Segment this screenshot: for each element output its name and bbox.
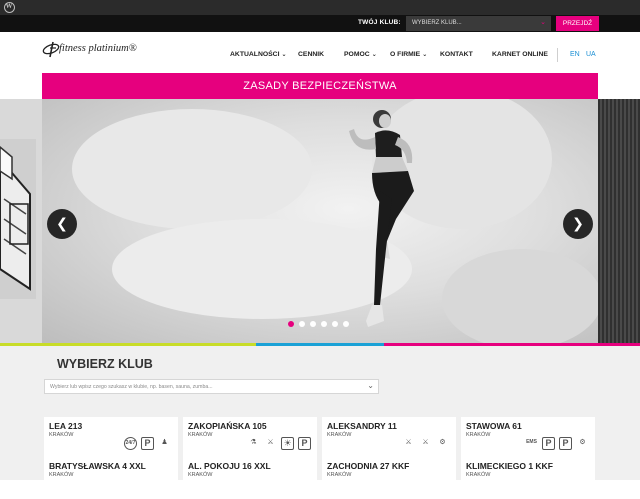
- athlete-photo: [72, 99, 598, 343]
- weights-icon: ⚙: [579, 439, 586, 446]
- chevron-right-icon: ❯: [572, 215, 584, 231]
- club-city: KRAKÓW: [188, 432, 213, 438]
- nav-label: AKTUALNOŚCI: [230, 51, 280, 58]
- admin-bar: [0, 0, 640, 15]
- club-amenities: ⚗ ⚔ ☀ P: [247, 437, 313, 451]
- ems-icon: EMS: [526, 439, 537, 445]
- club-card-stawowa-61[interactable]: STAWOWA 61 KRAKÓW EMS P P ⚙: [461, 417, 595, 459]
- club-label: TWÓJ KLUB:: [358, 19, 401, 26]
- nav-item-cennik[interactable]: CENNIK: [298, 51, 324, 58]
- slider-dot[interactable]: [332, 321, 338, 327]
- club-amenities: EMS P P ⚙: [525, 437, 591, 451]
- nav-item-aktualnosci[interactable]: AKTUALNOŚCI ⌄: [230, 51, 287, 58]
- site-header: fitness platinium® AKTUALNOŚCI ⌄ CENNIK P…: [0, 32, 640, 72]
- chevron-down-icon: ⌄: [371, 52, 377, 58]
- club-city: KRAKÓW: [466, 472, 491, 478]
- club-name: AL. POKOJU 16 XXL: [188, 461, 271, 471]
- nav-label: POMOC: [344, 51, 370, 58]
- club-card-bratyslawska-4-xxl[interactable]: BRATYSŁAWSKA 4 XXL KRAKÓW: [44, 457, 178, 499]
- hero-slider: ❮ ❯: [0, 99, 640, 343]
- club-card-aleksandry-11[interactable]: ALEKSANDRY 11 KRAKÓW ⚔ ⚔ ⚙: [322, 417, 456, 459]
- slide-image: [42, 99, 598, 343]
- club-name: LEA 213: [49, 421, 83, 431]
- logo-text: fitness platinium®: [59, 43, 137, 54]
- lang-ua[interactable]: UA: [586, 51, 596, 58]
- lang-en[interactable]: EN: [570, 51, 580, 58]
- club-card-lea-213[interactable]: LEA 213 KRAKÓW 24/7 P ♟: [44, 417, 178, 459]
- parking-icon: P: [141, 437, 154, 450]
- solarium-icon: ☀: [281, 437, 294, 450]
- slider-next-button[interactable]: ❯: [563, 209, 593, 239]
- slider-dot[interactable]: [343, 321, 349, 327]
- chevron-down-icon: ⌄: [367, 381, 374, 390]
- club-select[interactable]: WYBIERZ KLUB... ⌄: [406, 16, 551, 31]
- club-name: BRATYSŁAWSKA 4 XXL: [49, 461, 146, 471]
- nav-item-o-firmie[interactable]: O FIRMIE ⌄: [390, 51, 427, 58]
- slider-dot[interactable]: [321, 321, 327, 327]
- chevron-down-icon: ⌄: [422, 52, 428, 58]
- club-card-zakopianska-105[interactable]: ZAKOPIAŃSKA 105 KRAKÓW ⚗ ⚔ ☀ P: [183, 417, 317, 459]
- gym-icon: ⚔: [422, 439, 429, 446]
- nav-divider: [557, 48, 558, 62]
- slider-dot[interactable]: [310, 321, 316, 327]
- chevron-down-icon: ⌄: [281, 52, 287, 58]
- chevron-left-icon: ❮: [56, 215, 68, 231]
- club-name: STAWOWA 61: [466, 421, 522, 431]
- club-city: KRAKÓW: [327, 432, 352, 438]
- club-card-al-pokoju-16-xxl[interactable]: AL. POKOJU 16 XXL KRAKÓW: [183, 457, 317, 499]
- parking-icon: P: [559, 437, 572, 450]
- gym-equipment-image: [0, 139, 36, 299]
- kids-room-icon: ♟: [161, 439, 168, 446]
- slider-dot[interactable]: [288, 321, 294, 327]
- weights-icon: ⚙: [439, 439, 446, 446]
- club-name: ZACHODNIA 27 KKF: [327, 461, 410, 471]
- nav-label: KONTAKT: [440, 51, 473, 58]
- nav-label: CENNIK: [298, 51, 325, 58]
- slider-dot[interactable]: [299, 321, 305, 327]
- safety-banner[interactable]: ZASADY BEZPIECZEŃSTWA: [42, 73, 598, 99]
- club-name: ZAKOPIAŃSKA 105: [188, 421, 267, 431]
- open-24-7-icon: 24/7: [124, 437, 137, 450]
- slide-preview-right: [598, 99, 640, 343]
- club-amenities: 24/7 P ♟: [124, 437, 174, 451]
- chevron-down-icon: ⌄: [540, 19, 546, 26]
- club-search-select[interactable]: Wybierz lub wpisz czego szukasz w klubie…: [44, 379, 379, 394]
- club-city: KRAKÓW: [466, 432, 491, 438]
- club-select-value: WYBIERZ KLUB...: [412, 20, 462, 26]
- nav-label: O FIRMIE: [390, 51, 421, 58]
- wordpress-icon[interactable]: [4, 2, 15, 13]
- parking-icon: P: [542, 437, 555, 450]
- club-city: KRAKÓW: [49, 472, 74, 478]
- club-search-placeholder: Wybierz lub wpisz czego szukasz w klubie…: [50, 384, 213, 390]
- nav-label: KARNET ONLINE: [492, 51, 548, 58]
- club-city: KRAKÓW: [327, 472, 352, 478]
- nav-item-kontakt[interactable]: KONTAKT: [440, 51, 473, 58]
- club-name: ALEKSANDRY 11: [327, 421, 397, 431]
- club-selector-bar: TWÓJ KLUB: WYBIERZ KLUB... ⌄ PRZEJDŹ: [0, 15, 640, 32]
- club-card-klimeckiego-1-kkf[interactable]: KLIMECKIEGO 1 KKF KRAKÓW: [461, 457, 595, 499]
- club-picker-title: WYBIERZ KLUB: [57, 357, 153, 371]
- nav-item-pomoc[interactable]: POMOC ⌄: [344, 51, 377, 58]
- go-button[interactable]: PRZEJDŹ: [556, 16, 599, 31]
- parking-icon: P: [298, 437, 311, 450]
- club-amenities: ⚔ ⚔ ⚙: [402, 437, 452, 451]
- club-card-zachodnia-27-kkf[interactable]: ZACHODNIA 27 KKF KRAKÓW: [322, 457, 456, 499]
- club-picker-section: WYBIERZ KLUB Wybierz lub wpisz czego szu…: [0, 346, 640, 499]
- gym-icon: ⚔: [405, 439, 412, 446]
- cycling-icon: ⚗: [250, 439, 257, 446]
- logo[interactable]: fitness platinium®: [42, 39, 150, 61]
- slide-preview-left: [0, 99, 42, 343]
- club-name: KLIMECKIEGO 1 KKF: [466, 461, 553, 471]
- club-city: KRAKÓW: [188, 472, 213, 478]
- gym-icon: ⚔: [267, 439, 274, 446]
- nav-item-karnet-online[interactable]: KARNET ONLINE: [492, 51, 548, 58]
- slider-prev-button[interactable]: ❮: [47, 209, 77, 239]
- club-city: KRAKÓW: [49, 432, 74, 438]
